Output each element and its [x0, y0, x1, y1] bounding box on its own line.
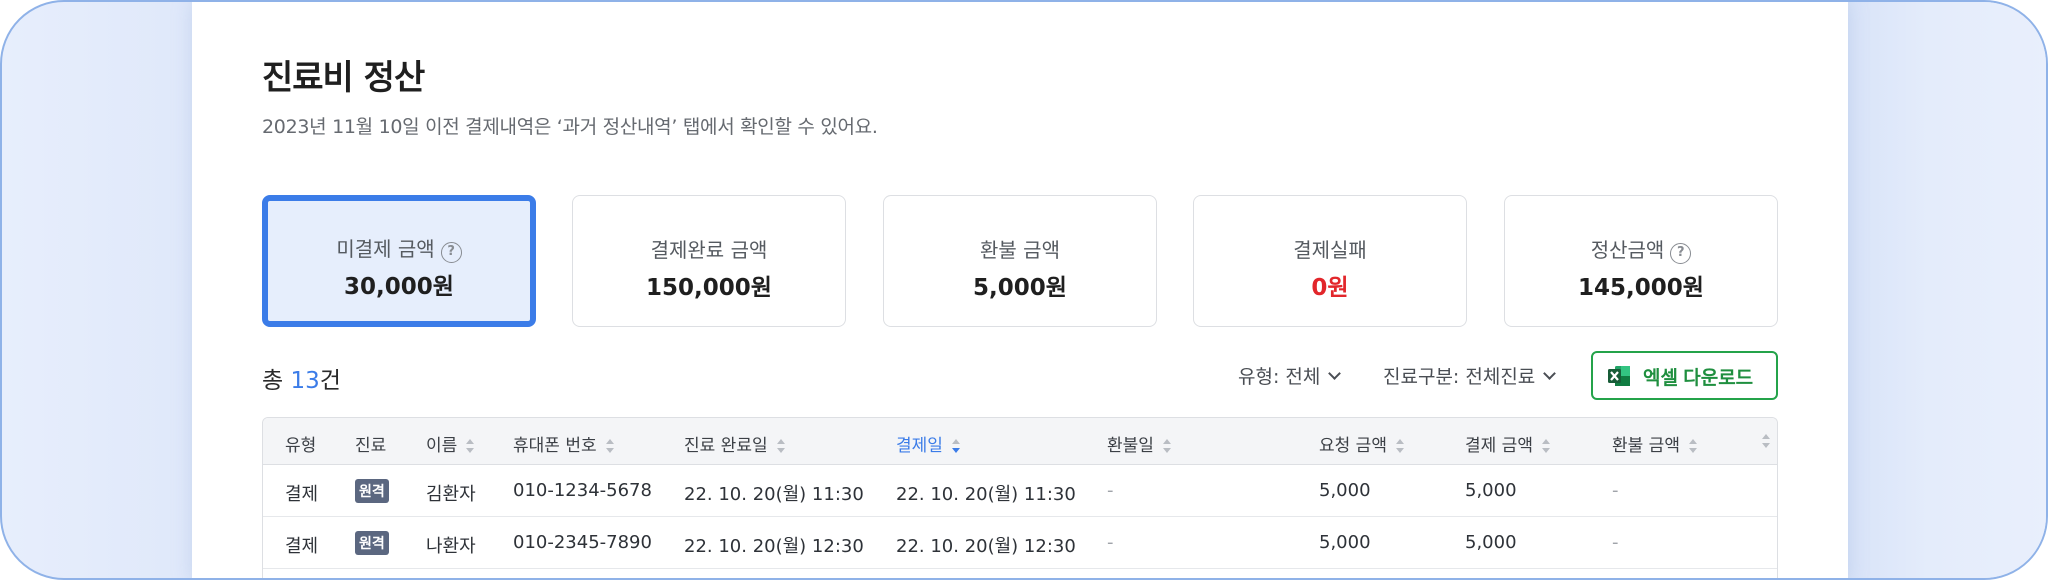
sort-icon[interactable]	[1688, 439, 1697, 453]
table-row[interactable]: 결제 원격 나환자 010-2345-7890 22. 10. 20(월) 12…	[263, 517, 1777, 569]
cell-refund-date: -	[1107, 532, 1114, 553]
payments-table: 유형 진료 이름 휴대폰 번호 진료 완료일 결제일 환불일 요청 금액 결제 …	[262, 417, 1778, 578]
summary-cards: 미결제 금액? 30,000원 결제완료 금액 150,000원 환불 금액 5…	[262, 195, 1778, 327]
sort-icon[interactable]	[1541, 439, 1550, 453]
cell-requested-amount: 5,000	[1319, 480, 1371, 501]
cell-refund-date: -	[1107, 480, 1114, 501]
card-failed[interactable]: 결제실패 0원	[1193, 195, 1467, 327]
card-label: 정산금액	[1590, 238, 1665, 262]
card-label: 결제완료 금액	[650, 238, 768, 262]
cell-paid-amount: 5,000	[1465, 480, 1517, 501]
cell-payment-date: 22. 10. 20(월) 12:30	[896, 536, 1076, 557]
page-description: 2023년 11월 10일 이전 결제내역은 ‘과거 정산내역’ 탭에서 확인할…	[262, 116, 878, 138]
sort-icon[interactable]	[605, 439, 614, 453]
background-right	[1848, 2, 2046, 578]
header-care: 진료	[355, 436, 387, 456]
excel-icon	[1608, 366, 1630, 386]
category-filter-dropdown[interactable]: 진료구분: 전체진료	[1383, 362, 1557, 389]
excel-download-label: 엑셀 다운로드	[1643, 368, 1754, 389]
total-count: 총 13건	[262, 368, 341, 394]
cell-type: 결제	[285, 484, 319, 505]
sort-icon[interactable]	[1395, 439, 1404, 453]
chevron-down-icon	[1328, 367, 1342, 380]
card-value: 150,000원	[646, 275, 772, 301]
care-badge: 원격	[355, 531, 389, 555]
card-label: 환불 금액	[980, 238, 1060, 262]
cell-phone: 010-2345-7890	[513, 532, 652, 553]
cell-name: 김환자	[426, 484, 476, 505]
header-refund-date[interactable]: 환불일	[1107, 431, 1171, 456]
card-settlement[interactable]: 정산금액? 145,000원	[1504, 195, 1778, 327]
page-title: 진료비 정산	[262, 58, 425, 98]
card-label: 결제실패	[1293, 238, 1367, 262]
card-unpaid[interactable]: 미결제 금액? 30,000원	[262, 195, 536, 327]
header-phone[interactable]: 휴대폰 번호	[513, 431, 614, 456]
cell-name: 나환자	[426, 536, 476, 557]
card-value: 5,000원	[973, 275, 1067, 301]
header-type: 유형	[285, 436, 317, 456]
cell-refund-amount: -	[1612, 532, 1619, 553]
cell-requested-amount: 5,000	[1319, 532, 1371, 553]
sort-icon[interactable]	[1162, 439, 1171, 453]
count-number: 13	[290, 368, 320, 394]
sort-icon[interactable]	[951, 439, 960, 453]
excel-download-button[interactable]: 엑셀 다운로드	[1591, 351, 1778, 400]
table-header: 유형 진료 이름 휴대폰 번호 진료 완료일 결제일 환불일 요청 금액 결제 …	[263, 418, 1777, 465]
question-circle-icon[interactable]: ?	[1670, 243, 1692, 264]
card-value: 145,000원	[1578, 275, 1704, 301]
cell-paid-amount: 5,000	[1465, 532, 1517, 553]
header-completed-date[interactable]: 진료 완료일	[684, 431, 785, 456]
sort-icon[interactable]	[776, 439, 785, 453]
header-payment-date[interactable]: 결제일	[896, 431, 960, 456]
sort-icon[interactable]	[466, 439, 475, 453]
sort-icon[interactable]	[1762, 434, 1770, 448]
chevron-down-icon	[1543, 367, 1557, 380]
question-circle-icon[interactable]: ?	[440, 242, 462, 263]
header-paid-amount[interactable]: 결제 금액	[1465, 431, 1550, 456]
header-refund-amount[interactable]: 환불 금액	[1612, 431, 1697, 456]
card-label: 미결제 금액	[336, 237, 435, 261]
card-value: 30,000원	[344, 274, 454, 300]
content-panel: 진료비 정산 2023년 11월 10일 이전 결제내역은 ‘과거 정산내역’ …	[192, 2, 1848, 578]
card-value: 0원	[1311, 275, 1349, 301]
header-extra[interactable]	[1753, 431, 1770, 451]
cell-completed-date: 22. 10. 20(월) 12:30	[684, 536, 864, 557]
care-badge: 원격	[355, 479, 389, 503]
header-name[interactable]: 이름	[426, 431, 475, 456]
cell-refund-amount: -	[1612, 480, 1619, 501]
card-paid[interactable]: 결제완료 금액 150,000원	[572, 195, 846, 327]
cell-phone: 010-1234-5678	[513, 480, 652, 501]
cell-payment-date: 22. 10. 20(월) 11:30	[896, 484, 1076, 505]
header-requested-amount[interactable]: 요청 금액	[1319, 431, 1404, 456]
cell-completed-date: 22. 10. 20(월) 11:30	[684, 484, 864, 505]
card-refund[interactable]: 환불 금액 5,000원	[883, 195, 1157, 327]
table-row[interactable]: 결제 원격 김환자 010-1234-5678 22. 10. 20(월) 11…	[263, 465, 1777, 517]
type-filter-dropdown[interactable]: 유형: 전체	[1238, 362, 1342, 389]
window-frame: 진료비 정산 2023년 11월 10일 이전 결제내역은 ‘과거 정산내역’ …	[0, 0, 2048, 580]
cell-type: 결제	[285, 536, 319, 557]
